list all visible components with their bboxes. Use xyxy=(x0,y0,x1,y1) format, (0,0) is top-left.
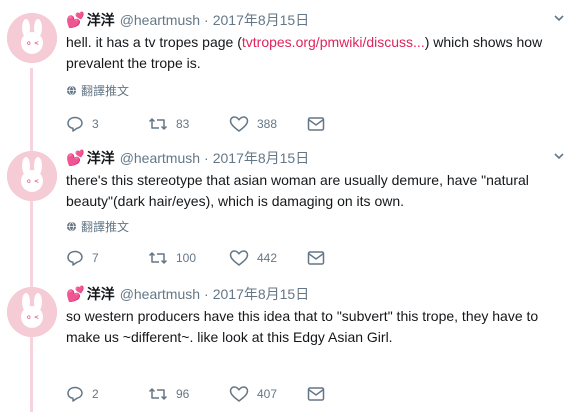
tweet-link[interactable]: tvtropes.org/pmwiki/discuss... xyxy=(242,34,425,50)
heart-emoji-icon: 💕 xyxy=(66,150,85,167)
tweet[interactable]: o < 💕 洋洋 @heartmush · 2017年8月15日 there's… xyxy=(0,148,573,273)
like-button[interactable]: 407 xyxy=(229,385,277,403)
direct-message-button[interactable] xyxy=(307,116,325,132)
reply-icon xyxy=(67,250,83,266)
user-handle[interactable]: @heartmush xyxy=(120,286,200,302)
translate-tweet-link[interactable]: 翻譯推文 xyxy=(66,82,129,99)
tweet-text: there's this stereotype that asian woman… xyxy=(66,172,529,209)
chevron-down-icon[interactable] xyxy=(553,12,565,24)
svg-text:<: < xyxy=(34,178,39,185)
message-icon xyxy=(307,117,325,131)
tweet-header: 💕 洋洋 @heartmush · 2017年8月15日 xyxy=(66,284,309,304)
separator: · xyxy=(204,12,209,28)
svg-text:<: < xyxy=(34,40,39,47)
retweet-icon xyxy=(148,252,168,264)
retweet-count: 83 xyxy=(176,117,190,131)
heart-emoji-icon: 💕 xyxy=(66,286,85,303)
retweet-button[interactable]: 100 xyxy=(148,249,196,267)
bunny-avatar-icon: o < xyxy=(7,287,57,337)
user-handle[interactable]: @heartmush xyxy=(120,12,200,28)
retweet-icon xyxy=(148,388,168,400)
reply-icon xyxy=(67,386,83,402)
reply-button[interactable]: 3 xyxy=(66,115,99,133)
tweet-header: 💕 洋洋 @heartmush · 2017年8月15日 xyxy=(66,148,309,168)
translate-label: 翻譯推文 xyxy=(81,220,130,234)
like-count: 442 xyxy=(257,251,278,265)
like-icon xyxy=(229,250,249,266)
tweet-text: hell. it has a tv tropes page (tvtropes.… xyxy=(66,32,556,74)
tweet[interactable]: o < 💕 洋洋 @heartmush · 2017年8月15日 so west… xyxy=(0,284,573,412)
tweet-text: so western producers have this idea that… xyxy=(66,308,539,345)
reply-count: 7 xyxy=(92,251,99,265)
svg-text:o: o xyxy=(27,314,31,321)
like-icon xyxy=(229,386,249,402)
tweet-date[interactable]: 2017年8月15日 xyxy=(213,284,310,304)
heart-emoji-icon: 💕 xyxy=(66,12,85,29)
avatar[interactable]: o < xyxy=(7,151,57,201)
separator: · xyxy=(204,286,209,302)
tweet-text-part: hell. it has a tv tropes page ( xyxy=(66,34,242,50)
display-name[interactable]: 洋洋 xyxy=(87,148,115,168)
user-handle[interactable]: @heartmush xyxy=(120,150,200,166)
retweet-count: 100 xyxy=(176,251,197,265)
message-icon xyxy=(307,387,325,401)
reply-count: 3 xyxy=(92,117,99,131)
like-button[interactable]: 442 xyxy=(229,249,277,267)
avatar[interactable]: o < xyxy=(7,13,57,63)
retweet-count: 96 xyxy=(176,387,190,401)
retweet-button[interactable]: 96 xyxy=(148,385,189,403)
svg-text:o: o xyxy=(27,40,31,47)
like-button[interactable]: 388 xyxy=(229,115,277,133)
display-name[interactable]: 洋洋 xyxy=(87,10,115,30)
globe-icon xyxy=(66,221,77,232)
display-name[interactable]: 洋洋 xyxy=(87,284,115,304)
reply-icon xyxy=(67,116,83,132)
separator: · xyxy=(204,150,209,166)
chevron-down-icon[interactable] xyxy=(553,150,565,162)
direct-message-button[interactable] xyxy=(307,386,325,402)
tweet[interactable]: o < 💕 洋洋 @heartmush · 2017年8月15日 hell. i… xyxy=(0,10,573,140)
svg-text:<: < xyxy=(34,314,39,321)
retweet-button[interactable]: 83 xyxy=(148,115,189,133)
reply-count: 2 xyxy=(92,387,99,401)
message-icon xyxy=(307,251,325,265)
bunny-avatar-icon: o < xyxy=(7,151,57,201)
like-count: 388 xyxy=(257,117,278,131)
avatar[interactable]: o < xyxy=(7,287,57,337)
like-count: 407 xyxy=(257,387,278,401)
tweet-date[interactable]: 2017年8月15日 xyxy=(213,148,310,168)
translate-label: 翻譯推文 xyxy=(81,84,130,98)
tweet-header: 💕 洋洋 @heartmush · 2017年8月15日 xyxy=(66,10,309,30)
direct-message-button[interactable] xyxy=(307,250,325,266)
globe-icon xyxy=(66,85,77,96)
like-icon xyxy=(229,116,249,132)
retweet-icon xyxy=(148,118,168,130)
reply-button[interactable]: 2 xyxy=(66,385,99,403)
svg-text:o: o xyxy=(27,178,31,185)
bunny-avatar-icon: o < xyxy=(7,13,57,63)
tweet-date[interactable]: 2017年8月15日 xyxy=(213,10,310,30)
translate-tweet-link[interactable]: 翻譯推文 xyxy=(66,218,129,235)
reply-button[interactable]: 7 xyxy=(66,249,99,267)
